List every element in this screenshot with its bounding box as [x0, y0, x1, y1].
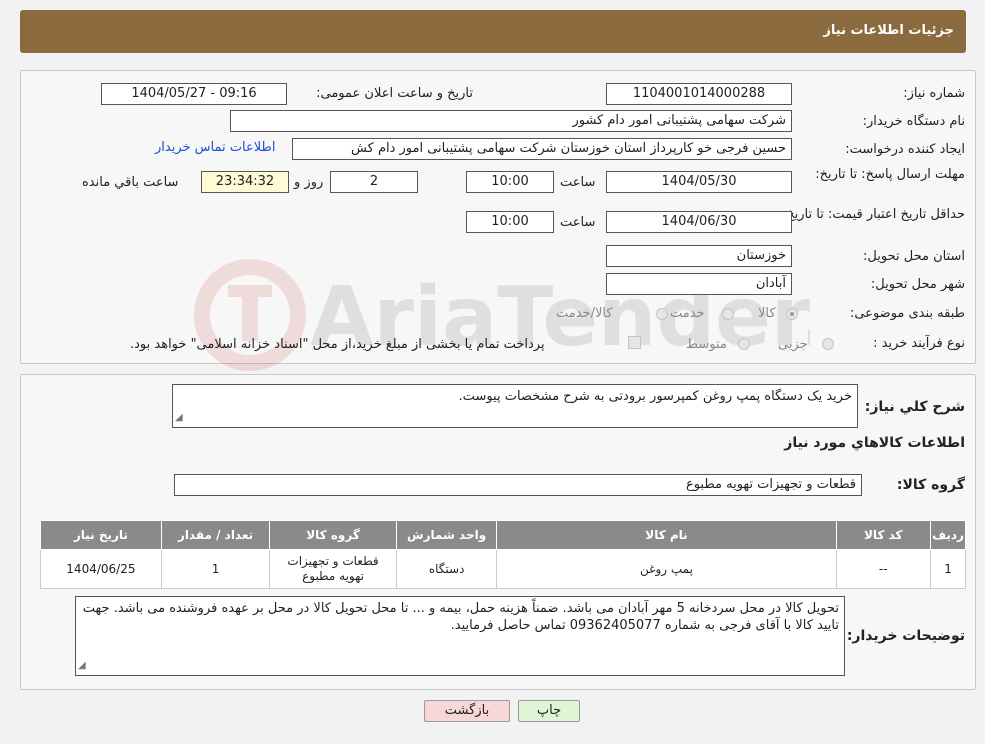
remaining-label: ساعت باقي مانده	[82, 175, 179, 190]
category-radio-goods[interactable]	[786, 308, 798, 320]
notes-field: تحویل کالا در محل سردخانه 5 مهر آبادان م…	[75, 596, 845, 676]
process-radio-minor[interactable]	[822, 338, 834, 350]
table-header-row: ردیف کد کالا نام کالا واحد شمارش گروه کا…	[40, 520, 966, 550]
validity-time-field: 10:00	[466, 211, 554, 233]
col-code-header: کد کالا	[835, 520, 932, 550]
category-radio-service[interactable]	[722, 308, 734, 320]
group-field: قطعات و تجهیزات تهویه مطبوع	[174, 474, 862, 496]
remaining-time-field: 23:34:32	[201, 171, 289, 193]
validity-date-field: 1404/06/30	[606, 211, 792, 233]
category-label: طبقه بندی موضوعی:	[849, 306, 965, 321]
validity-time-label: ساعت	[560, 215, 596, 230]
buyer-field: شرکت سهامی پشتیبانی امور دام کشور	[230, 110, 792, 132]
cell-row: 1	[930, 549, 966, 589]
resize-grip-icon[interactable]: ◢	[175, 409, 183, 426]
need-number-label: شماره نیاز:	[903, 86, 965, 101]
process-label: نوع فرآیند خرید :	[873, 336, 965, 351]
col-row-header: ردیف	[930, 520, 966, 550]
announce-label: تاریخ و ساعت اعلان عمومی:	[316, 86, 473, 101]
buyer-label: نام دستگاه خریدار:	[862, 114, 965, 129]
province-field: خوزستان	[606, 245, 792, 267]
days-field: 2	[330, 171, 418, 193]
city-label: شهر محل تحویل:	[870, 277, 965, 292]
back-button[interactable]: بازگشت	[424, 700, 510, 722]
cell-group: قطعات و تجهیزات تهویه مطبوع	[269, 549, 397, 589]
notes-label: توضیحات خریدار:	[846, 628, 965, 644]
cell-unit: دستگاه	[395, 549, 498, 589]
process-radio-medium[interactable]	[738, 338, 750, 350]
description-text: خرید یک دستگاه پمپ روغن کمپرسور برودتی ب…	[458, 389, 852, 404]
announce-field: 1404/05/27 - 09:16	[101, 83, 287, 105]
page-title: جزئیات اطلاعات نیاز	[823, 23, 954, 38]
description-label: شرح کلي نياز:	[864, 399, 965, 415]
process-note: پرداخت تمام یا بخشی از مبلغ خرید،از محل …	[130, 337, 545, 352]
creator-label: ایجاد کننده درخواست:	[845, 142, 965, 157]
col-group-header: گروه کالا	[269, 520, 397, 550]
items-section-title: اطلاعات کالاهاي مورد نياز	[784, 435, 965, 451]
items-table: ردیف کد کالا نام کالا واحد شمارش گروه کا…	[40, 520, 966, 589]
category-goods-service-label: کالا/خدمت	[556, 306, 613, 321]
group-label: گروه کالا:	[896, 477, 965, 493]
notes-text: تحویل کالا در محل سردخانه 5 مهر آبادان م…	[82, 601, 839, 633]
category-service-label: خدمت	[670, 306, 705, 321]
process-medium-label: متوسط	[686, 337, 727, 352]
deadline-time-field: 10:00	[466, 171, 554, 193]
city-field: آبادان	[606, 273, 792, 295]
buyer-contact-link[interactable]: اطلاعات تماس خریدار	[155, 140, 275, 155]
treasury-checkbox[interactable]	[628, 336, 641, 349]
cell-qty: 1	[160, 549, 271, 589]
category-goods-label: کالا	[758, 306, 776, 321]
process-minor-label: جزیی	[778, 337, 808, 352]
creator-field: حسین فرجی خو کارپرداز استان خوزستان شرکت…	[292, 138, 792, 160]
print-button[interactable]: چاپ	[518, 700, 580, 722]
validity-label: حداقل تاریخ اعتبار قیمت: تا تاریخ:	[781, 207, 965, 222]
resize-grip-icon[interactable]: ◢	[78, 657, 86, 674]
col-name-header: نام کالا	[496, 520, 837, 550]
deadline-date-field: 1404/05/30	[606, 171, 792, 193]
category-radio-goods-service[interactable]	[656, 308, 668, 320]
deadline-label: مهلت ارسال پاسخ: تا تاریخ:	[815, 167, 965, 182]
page-header: جزئیات اطلاعات نیاز	[20, 10, 966, 53]
col-date-header: تاریخ نیاز	[40, 520, 162, 550]
cell-name: پمپ روغن	[496, 549, 837, 589]
deadline-time-label: ساعت	[560, 175, 596, 190]
table-row: 1 -- پمپ روغن دستگاه قطعات و تجهیزات تهو…	[40, 549, 966, 589]
cell-date: 1404/06/25	[40, 549, 162, 589]
days-label: روز و	[294, 175, 324, 190]
description-field: خرید یک دستگاه پمپ روغن کمپرسور برودتی ب…	[172, 384, 858, 428]
province-label: استان محل تحویل:	[863, 249, 965, 264]
col-unit-header: واحد شمارش	[395, 520, 498, 550]
need-number-field: 1104001014000288	[606, 83, 792, 105]
cell-code: --	[835, 549, 932, 589]
col-qty-header: تعداد / مقدار	[160, 520, 271, 550]
